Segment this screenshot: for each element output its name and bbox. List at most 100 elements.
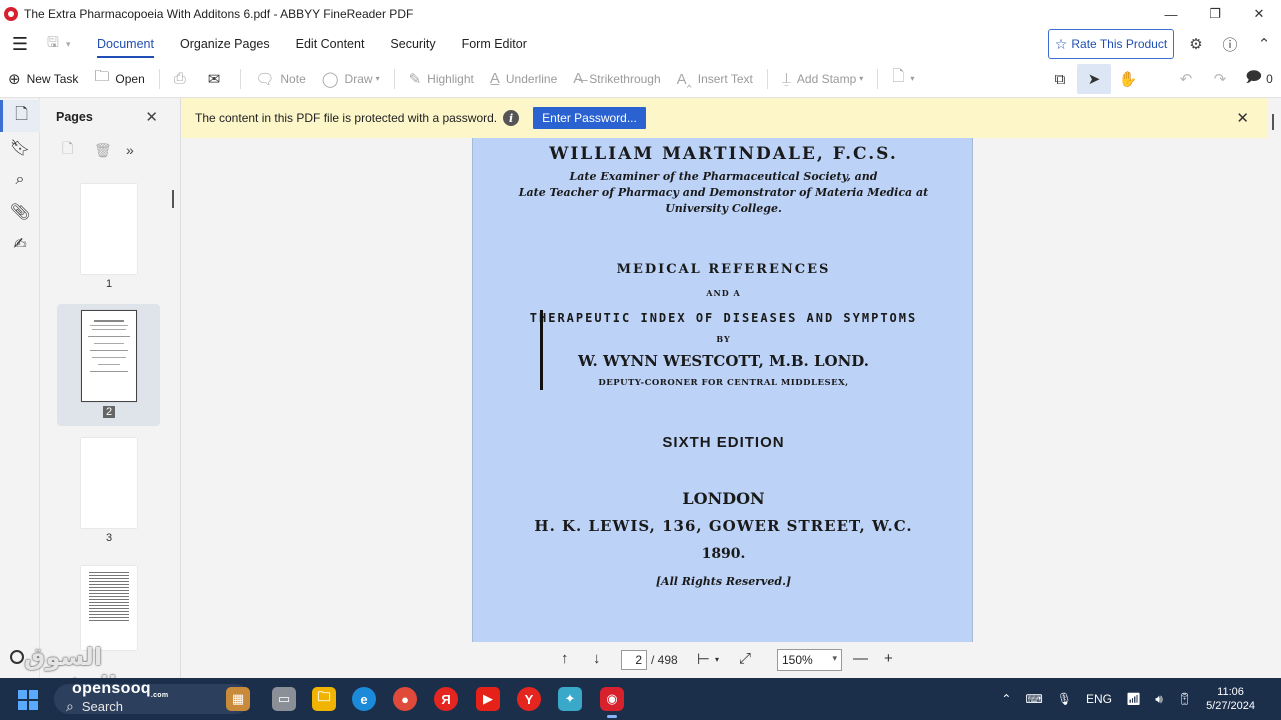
note-button[interactable]: 🗨 Note <box>247 60 313 98</box>
document-tools-dropdown-icon: ▾ <box>910 74 915 83</box>
document-tools-button[interactable]: 🗋 ▾ <box>884 60 922 98</box>
help-icon[interactable]: ⓘ <box>1213 34 1247 55</box>
stamp-dropdown-icon: ▾ <box>859 74 864 83</box>
connector-text: BY <box>716 334 731 344</box>
attachment-icon[interactable]: 📎︎ <box>0 196 40 228</box>
finereader-logo-icon <box>4 7 18 21</box>
collapse-chevron-icon[interactable]: ⌃ <box>1247 35 1281 53</box>
comments-button[interactable]: 🗩 0 <box>1237 64 1281 94</box>
battery-icon[interactable]: 🔋︎ <box>1177 692 1192 706</box>
windows-start-icon[interactable] <box>18 690 38 710</box>
taskbar-app-icon[interactable]: ✦ <box>558 687 582 711</box>
author-line: WILLIAM MARTINDALE, F.C.S. <box>549 144 898 164</box>
keyboard-icon[interactable]: ⌨ <box>1025 692 1042 706</box>
page-thumbnail[interactable]: 3 <box>58 438 160 544</box>
add-page-icon[interactable]: 🗋 <box>62 138 94 162</box>
tab-organize-pages[interactable]: Organize Pages <box>167 28 283 60</box>
close-notice-icon[interactable]: ✕ <box>1236 109 1249 127</box>
zoom-select[interactable]: 150% ▾ <box>777 649 842 671</box>
finereader-taskbar-icon[interactable]: ◉ <box>600 687 624 718</box>
hamburger-menu-icon[interactable]: ☰ <box>0 28 40 60</box>
close-window-button[interactable]: ✕ <box>1237 0 1281 28</box>
zoom-in-icon[interactable]: + <box>884 650 893 667</box>
wifi-icon[interactable]: 📶︎ <box>1126 692 1141 706</box>
watermark-logo-icon <box>10 650 24 664</box>
page-thumbnail[interactable]: 1 <box>58 184 160 290</box>
left-sidebar-icons: 🗋 🔖︎ ⌕ 📎︎ ✍︎ <box>0 98 40 678</box>
add-stamp-button[interactable]: ⍊ Add Stamp ▾ <box>774 60 871 98</box>
hand-tool-icon[interactable]: ✋ <box>1111 64 1145 94</box>
insert-text-button[interactable]: A‸ Insert Text <box>669 60 761 98</box>
bookmark-icon[interactable]: 🔖︎ <box>0 132 40 164</box>
pages-panel-icon[interactable]: 🗋 <box>0 100 40 132</box>
next-page-arrow-icon[interactable]: ↓ <box>593 650 601 667</box>
window-title: The Extra Pharmacopoeia With Additons 6.… <box>24 7 414 21</box>
strikethrough-button[interactable]: A̶ Strikethrough <box>565 60 668 98</box>
info-icon[interactable]: i <box>503 110 520 126</box>
undo-icon[interactable]: ↶ <box>1169 64 1203 94</box>
page-thumbnail[interactable]: 2 <box>58 310 160 418</box>
select-cursor-icon[interactable]: ➤ <box>1077 64 1111 94</box>
yandex-browser-icon[interactable]: Y <box>517 687 541 711</box>
microphone-icon[interactable]: 🎙︎ <box>1057 692 1072 706</box>
tab-form-editor[interactable]: Form Editor <box>449 28 540 60</box>
taskbar-app-icon[interactable]: ▭ <box>272 687 296 711</box>
previous-page-arrow-icon[interactable]: ↑ <box>561 650 569 667</box>
more-chevron-icon[interactable]: » <box>126 142 158 158</box>
coauthor-line: W. WYNN WESTCOTT, M.B. LOND. <box>578 352 869 370</box>
save-dropdown-icon[interactable]: ▾ <box>66 39 84 50</box>
enter-password-button[interactable]: Enter Password... <box>533 107 646 129</box>
open-button[interactable]: 🗀 Open <box>86 60 152 98</box>
toolbar-divider <box>766 68 768 89</box>
title-bar: The Extra Pharmacopoeia With Additons 6.… <box>0 0 1281 28</box>
underline-button[interactable]: A̲ Underline <box>482 60 565 98</box>
highlighter-icon: ✎ <box>408 70 422 88</box>
email-button[interactable]: ✉ <box>200 60 235 98</box>
speaker-icon[interactable]: 🔊︎ <box>1155 692 1163 707</box>
document-scrollbar[interactable] <box>1267 98 1281 678</box>
chrome-icon[interactable]: ● <box>393 687 417 711</box>
yandex-icon[interactable]: Я <box>434 687 458 711</box>
youtube-icon[interactable]: ▶ <box>476 687 500 711</box>
city-line: LONDON <box>682 489 765 508</box>
page-thumbnail[interactable] <box>58 566 160 650</box>
save-icon[interactable]: 🖫 <box>40 32 66 56</box>
tab-edit-content[interactable]: Edit Content <box>283 28 378 60</box>
tray-chevron-icon[interactable]: ⌃ <box>1001 692 1011 706</box>
windows-taskbar: ⌕ Search opensooq.com ▦ ▭ 🗀 e ● Я ▶ Y ✦ … <box>0 678 1281 720</box>
maximize-button[interactable]: ❐ <box>1193 0 1237 28</box>
fullscreen-icon[interactable]: ⤢ <box>739 650 751 667</box>
new-task-button[interactable]: ⊕ New Task <box>0 60 86 98</box>
taskbar-app-icon[interactable]: ▦ <box>226 687 250 711</box>
pages-scrollbar[interactable] <box>172 190 174 208</box>
tab-document[interactable]: Document <box>84 28 167 60</box>
pdf-page[interactable]: WILLIAM MARTINDALE, F.C.S. Late Examiner… <box>472 138 973 642</box>
page-number-input[interactable]: 2 <box>621 650 647 670</box>
underline-icon: A̲ <box>489 70 500 87</box>
redo-icon[interactable]: ↷ <box>1203 64 1237 94</box>
taskbar-clock[interactable]: 11:06 5/27/2024 <box>1206 685 1255 713</box>
delete-page-icon[interactable]: 🗑 <box>94 142 126 159</box>
search-icon[interactable]: ⌕ <box>0 164 40 196</box>
insert-text-icon: A‸ <box>676 70 692 88</box>
close-panel-icon[interactable]: ✕ <box>145 108 158 126</box>
file-explorer-icon[interactable]: 🗀 <box>312 687 336 711</box>
fit-dropdown-icon[interactable]: ▾ <box>715 655 719 664</box>
compare-icon[interactable]: ⧉ <box>1043 64 1077 94</box>
connector-text: AND A <box>706 288 741 298</box>
print-button[interactable]: ⎙ <box>166 60 200 98</box>
highlight-button[interactable]: ✎ Highlight <box>401 60 482 98</box>
draw-button[interactable]: ◯ Draw ▾ <box>314 60 388 98</box>
zoom-out-icon[interactable]: — <box>853 650 868 667</box>
edge-icon[interactable]: e <box>352 687 376 711</box>
fit-width-icon[interactable]: ⊢ <box>697 650 710 668</box>
rights-line: [All Rights Reserved.] <box>655 575 792 588</box>
language-indicator[interactable]: ENG <box>1086 692 1112 706</box>
toolbar-divider <box>240 68 242 89</box>
tab-security[interactable]: Security <box>377 28 448 60</box>
minimize-button[interactable]: — <box>1149 0 1193 28</box>
signature-icon[interactable]: ✍︎ <box>0 228 40 260</box>
settings-gear-icon[interactable]: ⚙ <box>1179 35 1213 53</box>
author-title-line: Late Teacher of Pharmacy and Demonstrato… <box>518 186 929 199</box>
rate-product-button[interactable]: ☆ Rate This Product <box>1048 29 1174 59</box>
